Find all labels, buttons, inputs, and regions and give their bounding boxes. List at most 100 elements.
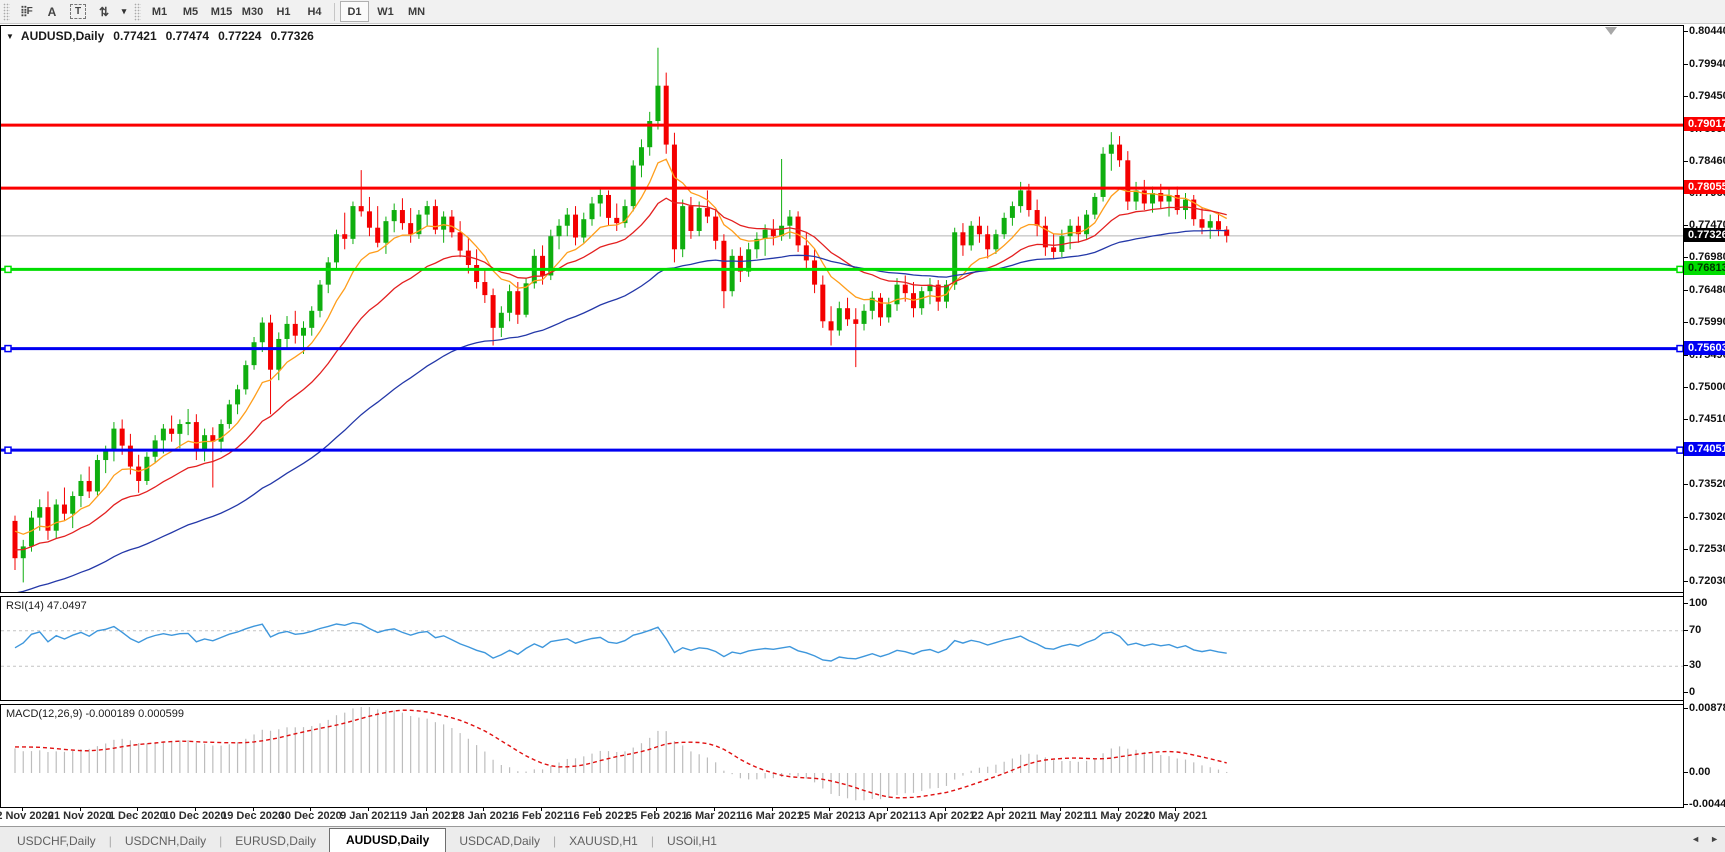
price-axis[interactable]: 0.804400.799400.794500.789500.784600.779… xyxy=(1684,25,1725,808)
macd-panel[interactable]: MACD(12,26,9) -0.000189 0.000599 xyxy=(0,704,1684,808)
main-chart-panel[interactable]: ▼ AUDUSD,Daily 0.77421 0.77474 0.77224 0… xyxy=(0,25,1684,593)
candle-body xyxy=(13,521,18,558)
rsi-panel[interactable]: RSI(14) 47.0497 xyxy=(0,596,1684,701)
timeframe-button-MN[interactable]: MN xyxy=(402,1,431,22)
timeframe-toolbar: M1M5M15M30H1H4 D1W1MN xyxy=(144,1,432,22)
toolbar-grip[interactable] xyxy=(3,3,10,21)
date-label: 6 Feb 2021 xyxy=(513,810,569,822)
level-price-badge: 0.74051 xyxy=(1684,442,1725,456)
date-label: 10 Dec 2020 xyxy=(163,810,226,822)
bid-price-badge: 0.77326 xyxy=(1684,228,1725,242)
timeframe-button-M15[interactable]: M15 xyxy=(207,1,236,22)
candle-body xyxy=(375,228,380,243)
line-handle[interactable] xyxy=(5,266,11,272)
tab-USDCNH-Daily[interactable]: USDCNH,Daily xyxy=(112,830,219,852)
tab-USOil-H1[interactable]: USOil,H1 xyxy=(654,830,730,852)
candle-body xyxy=(482,282,487,295)
candle-body xyxy=(334,234,339,262)
candle-body xyxy=(895,285,900,305)
candle-body xyxy=(21,546,26,558)
macd-tick-label: -0.00445 xyxy=(1689,798,1725,810)
candle-body xyxy=(458,232,463,250)
rsi-chart xyxy=(1,597,1684,700)
candle-body xyxy=(161,429,166,441)
price-tick-label: 0.79450 xyxy=(1689,90,1725,102)
candle-body xyxy=(796,217,801,246)
rsi-tick-mark xyxy=(1684,665,1688,666)
candle-body xyxy=(540,256,545,276)
candle-body xyxy=(721,241,726,291)
candle-body xyxy=(177,424,182,434)
tab-XAUUSD-H1[interactable]: XAUUSD,H1 xyxy=(556,830,651,852)
macd-tick-mark xyxy=(1684,804,1688,805)
toolbar-grip-2[interactable] xyxy=(134,3,141,21)
price-tick-mark xyxy=(1684,225,1688,226)
candle-body xyxy=(614,218,619,223)
candle-body xyxy=(969,226,974,246)
macd-tick-label: 0.008782 xyxy=(1689,702,1725,714)
tab-scroll-right-icon[interactable]: ► xyxy=(1710,834,1719,844)
candle-body xyxy=(688,206,693,231)
macd-tick-label: 0.00 xyxy=(1689,766,1710,778)
candle-body xyxy=(1092,197,1097,215)
chart-grid-f-icon[interactable]: ⣿F xyxy=(14,1,38,22)
macd-label: MACD(12,26,9) -0.000189 0.000599 xyxy=(6,708,184,720)
price-tick-mark xyxy=(1684,419,1688,420)
price-tick-label: 0.75990 xyxy=(1689,316,1725,328)
timeframe-button-H1[interactable]: H1 xyxy=(269,1,298,22)
tab-EURUSD-Daily[interactable]: EURUSD,Daily xyxy=(222,830,329,852)
candle-body xyxy=(845,308,850,319)
price-tick-label: 0.76480 xyxy=(1689,284,1725,296)
date-label: 25 Mar 2021 xyxy=(798,810,860,822)
timeframe-button-H4[interactable]: H4 xyxy=(300,1,329,22)
tab-scroll-left-icon[interactable]: ◄ xyxy=(1691,834,1700,844)
price-tick-mark xyxy=(1684,96,1688,97)
date-label: 6 Mar 2021 xyxy=(686,810,742,822)
top-toolbar: ⣿F A T ⇅ ▾ M1M5M15M30H1H4 D1W1MN xyxy=(0,0,1725,24)
candle-body xyxy=(507,291,512,313)
candle-body xyxy=(977,226,982,235)
symbol-label: AUDUSD,Daily xyxy=(21,29,104,43)
line-handle[interactable] xyxy=(5,346,11,352)
candle-body xyxy=(862,311,867,324)
tab-AUDUSD-Daily[interactable]: AUDUSD,Daily xyxy=(329,828,446,852)
rsi-tick-mark xyxy=(1684,603,1688,604)
candle-body xyxy=(342,234,347,239)
text-label-icon[interactable]: A xyxy=(40,1,64,22)
macd-tick-mark xyxy=(1684,708,1688,709)
date-axis[interactable]: 12 Nov 202021 Nov 20201 Dec 202010 Dec 2… xyxy=(0,808,1684,824)
timeframe-button-M30[interactable]: M30 xyxy=(238,1,267,22)
level-price-badge: 0.79017 xyxy=(1684,117,1725,131)
candle-body xyxy=(1109,145,1114,154)
line-handle[interactable] xyxy=(5,447,11,453)
timeframe-button-M1[interactable]: M1 xyxy=(145,1,174,22)
date-label: 3 Apr 2021 xyxy=(859,810,914,822)
candle-body xyxy=(853,319,858,324)
cursor-tools-icon[interactable]: ⇅ xyxy=(92,1,116,22)
chart-shift-marker[interactable] xyxy=(1605,27,1617,35)
mt4-window: ⣿F A T ⇅ ▾ M1M5M15M30H1H4 D1W1MN ▼ AUDUSD… xyxy=(0,0,1725,852)
price-tick-mark xyxy=(1684,355,1688,356)
timeframe-button-M5[interactable]: M5 xyxy=(176,1,205,22)
candle-body xyxy=(202,435,207,450)
candle-body xyxy=(581,219,586,237)
candle-body xyxy=(268,323,273,370)
candle-body xyxy=(243,365,248,389)
timeframe-button-W1[interactable]: W1 xyxy=(371,1,400,22)
price-tick-mark xyxy=(1684,322,1688,323)
text-box-icon[interactable]: T xyxy=(66,1,90,22)
rsi-label: RSI(14) 47.0497 xyxy=(6,600,87,612)
date-label: 12 Nov 2020 xyxy=(0,810,54,822)
candle-body xyxy=(87,481,92,491)
price-tick-mark xyxy=(1684,161,1688,162)
candle-body xyxy=(95,460,100,491)
candlestick-chart[interactable] xyxy=(1,26,1684,592)
tab-USDCAD-Daily[interactable]: USDCAD,Daily xyxy=(446,830,553,852)
tab-USDCHF-Daily[interactable]: USDCHF,Daily xyxy=(4,830,109,852)
timeframe-button-D1[interactable]: D1 xyxy=(340,1,369,22)
candle-body xyxy=(886,304,891,317)
candle-body xyxy=(680,206,685,249)
date-label: 1 May 2021 xyxy=(1031,810,1089,822)
candle-body xyxy=(763,230,768,239)
dropdown-caret-icon[interactable]: ▾ xyxy=(118,1,130,22)
